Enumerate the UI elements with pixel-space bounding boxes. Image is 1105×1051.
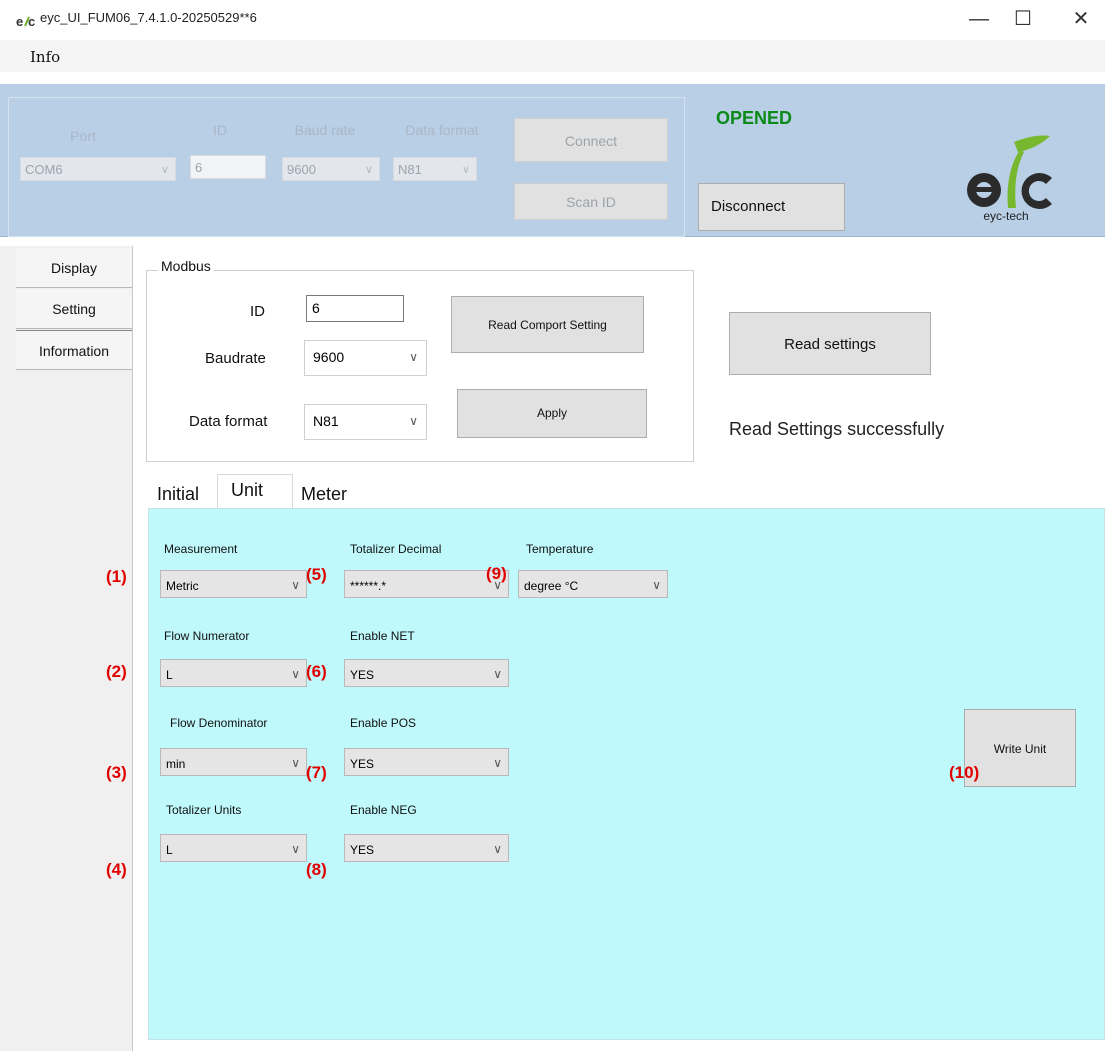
annotation-marker: (3) bbox=[106, 763, 127, 782]
enable-neg-label: Enable NEG bbox=[350, 803, 417, 817]
chevron-down-icon: ∨ bbox=[461, 164, 470, 176]
read-settings-button[interactable]: Read settings bbox=[729, 312, 931, 375]
logo-text: eyc-tech bbox=[983, 209, 1028, 223]
tab-meter[interactable]: Meter bbox=[301, 484, 347, 505]
flow-numerator-value: L bbox=[166, 668, 173, 682]
data-format-label: Data format bbox=[405, 122, 479, 138]
menu-bar bbox=[0, 40, 1105, 72]
svg-text:c: c bbox=[28, 14, 35, 28]
read-settings-message: Read Settings successfully bbox=[729, 419, 945, 439]
modbus-baudrate-select[interactable]: 9600 ∨ bbox=[304, 340, 427, 376]
chevron-down-icon: ∨ bbox=[160, 164, 169, 176]
modbus-id-label: ID bbox=[250, 303, 265, 320]
totalizer-decimal-value: ******.* bbox=[350, 579, 387, 593]
port-value: COM6 bbox=[25, 162, 63, 177]
enable-pos-select[interactable]: YES ∨ bbox=[344, 748, 509, 776]
chevron-down-icon: ∨ bbox=[291, 667, 300, 681]
enable-pos-value: YES bbox=[350, 757, 375, 771]
temperature-select[interactable]: degree °C ∨ bbox=[518, 570, 668, 598]
chevron-down-icon: ∨ bbox=[409, 350, 418, 364]
totalizer-decimal-label: Totalizer Decimal bbox=[350, 542, 442, 556]
enable-pos-label: Enable POS bbox=[350, 716, 417, 730]
flow-denominator-select[interactable]: min ∨ bbox=[160, 748, 307, 776]
svg-text:e: e bbox=[16, 14, 23, 28]
connect-button[interactable]: Connect bbox=[514, 118, 668, 162]
scan-id-button[interactable]: Scan ID bbox=[514, 183, 668, 220]
nav-item-display[interactable]: Display bbox=[16, 248, 132, 288]
eyc-tech-logo: eyc-tech bbox=[967, 135, 1052, 223]
modbus-data-format-label: Data format bbox=[189, 413, 268, 430]
totalizer-units-value: L bbox=[166, 843, 173, 857]
enable-net-select[interactable]: YES ∨ bbox=[344, 659, 509, 687]
flow-denominator-label: Flow Denominator bbox=[170, 716, 268, 730]
data-format-value: N81 bbox=[398, 162, 422, 177]
enable-neg-value: YES bbox=[350, 843, 375, 857]
nav-item-information[interactable]: Information bbox=[16, 330, 132, 370]
totalizer-units-select[interactable]: L ∨ bbox=[160, 834, 307, 862]
chevron-down-icon: ∨ bbox=[291, 578, 300, 592]
id-input[interactable]: 6 bbox=[190, 155, 266, 179]
annotation-marker: (7) bbox=[306, 763, 327, 782]
modbus-id-input[interactable]: 6 bbox=[306, 295, 404, 322]
tab-initial[interactable]: Initial bbox=[157, 484, 199, 505]
measurement-value: Metric bbox=[166, 579, 199, 593]
temperature-value: degree °C bbox=[524, 579, 579, 593]
annotation-marker: (1) bbox=[106, 567, 127, 586]
apply-button[interactable]: Apply bbox=[457, 389, 647, 438]
modbus-baudrate-value: 9600 bbox=[313, 349, 345, 365]
annotation-marker: (4) bbox=[106, 860, 127, 879]
chevron-down-icon: ∨ bbox=[493, 756, 502, 770]
chevron-down-icon: ∨ bbox=[652, 578, 661, 592]
annotation-marker: (2) bbox=[106, 662, 127, 681]
baud-rate-label: Baud rate bbox=[294, 122, 356, 138]
annotation-marker: (6) bbox=[306, 662, 327, 681]
close-icon[interactable]: ✕ bbox=[1066, 6, 1096, 32]
annotation-marker: (5) bbox=[306, 565, 327, 584]
modbus-data-format-value: N81 bbox=[313, 413, 339, 429]
minimize-icon[interactable]: — bbox=[964, 6, 994, 32]
connection-status: OPENED bbox=[716, 108, 793, 128]
port-select[interactable]: COM6 ∨ bbox=[20, 157, 176, 181]
flow-denominator-value: min bbox=[166, 757, 186, 771]
annotation-marker: (8) bbox=[306, 860, 327, 879]
baud-rate-value: 9600 bbox=[287, 162, 316, 177]
modbus-data-format-select[interactable]: N81 ∨ bbox=[304, 404, 427, 440]
data-format-select[interactable]: N81 ∨ bbox=[393, 157, 477, 181]
annotation-marker: (10) bbox=[949, 763, 980, 782]
measurement-label: Measurement bbox=[164, 542, 238, 556]
baud-rate-select[interactable]: 9600 ∨ bbox=[282, 157, 380, 181]
read-comport-setting-button[interactable]: Read Comport Setting bbox=[451, 296, 644, 353]
tab-unit[interactable]: Unit bbox=[231, 480, 263, 501]
chevron-down-icon: ∨ bbox=[291, 842, 300, 856]
flow-numerator-select[interactable]: L ∨ bbox=[160, 659, 307, 687]
port-label: Port bbox=[70, 128, 96, 144]
app-logo-icon: e c bbox=[16, 14, 35, 28]
chevron-down-icon: ∨ bbox=[364, 164, 373, 176]
temperature-label: Temperature bbox=[526, 542, 594, 556]
enable-net-label: Enable NET bbox=[350, 629, 415, 643]
modbus-baudrate-label: Baudrate bbox=[205, 350, 266, 367]
chevron-down-icon: ∨ bbox=[493, 842, 502, 856]
disconnect-button[interactable]: Disconnect bbox=[698, 183, 845, 231]
chevron-down-icon: ∨ bbox=[409, 414, 418, 428]
modbus-legend: Modbus bbox=[158, 258, 214, 274]
nav-item-setting[interactable]: Setting bbox=[16, 289, 132, 329]
window-title: eyc_UI_FUM06_7.4.1.0-20250529**6 bbox=[40, 10, 257, 25]
enable-neg-select[interactable]: YES ∨ bbox=[344, 834, 509, 862]
id-label: ID bbox=[213, 122, 227, 138]
measurement-select[interactable]: Metric ∨ bbox=[160, 570, 307, 598]
enable-net-value: YES bbox=[350, 668, 375, 682]
chevron-down-icon: ∨ bbox=[493, 667, 502, 681]
menu-info[interactable]: Info bbox=[30, 48, 60, 66]
chevron-down-icon: ∨ bbox=[291, 756, 300, 770]
write-unit-button[interactable]: Write Unit bbox=[964, 709, 1076, 787]
totalizer-units-label: Totalizer Units bbox=[166, 803, 242, 817]
maximize-icon[interactable]: ☐ bbox=[1008, 6, 1038, 32]
annotation-marker: (9) bbox=[486, 564, 507, 583]
totalizer-decimal-select[interactable]: ******.* ∨ bbox=[344, 570, 509, 598]
flow-numerator-label: Flow Numerator bbox=[164, 629, 250, 643]
